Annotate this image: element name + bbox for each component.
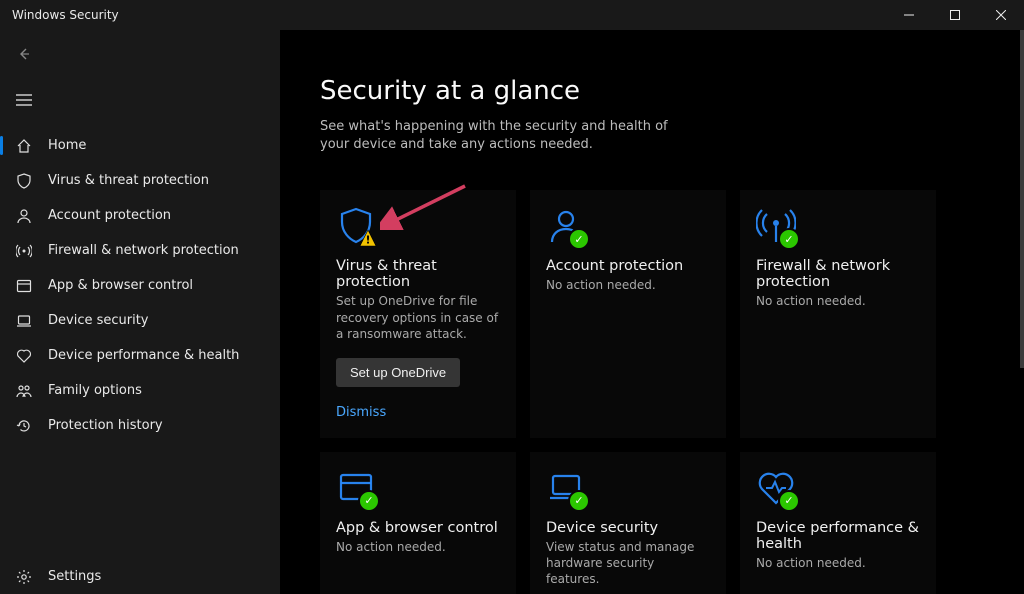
cards-grid: ! Virus & threat protection Set up OneDr…	[320, 190, 1024, 594]
sidebar-item-app-browser[interactable]: App & browser control	[0, 268, 280, 303]
family-icon	[14, 381, 34, 401]
sidebar-item-label: Settings	[48, 569, 101, 584]
sidebar-item-label: Account protection	[48, 208, 171, 223]
minimize-button[interactable]	[886, 0, 932, 30]
card-title: App & browser control	[336, 520, 500, 536]
status-ok-badge-icon: ✓	[568, 228, 590, 250]
card-desc: View status and manage hardware security…	[546, 539, 710, 588]
sidebar-item-label: Home	[48, 138, 86, 153]
status-ok-badge-icon: ✓	[568, 490, 590, 512]
card-desc: No action needed.	[336, 539, 500, 555]
card-title: Device performance & health	[756, 520, 920, 552]
sidebar-item-protection-history[interactable]: Protection history	[0, 408, 280, 443]
card-desc: No action needed.	[756, 293, 920, 309]
titlebar: Windows Security	[0, 0, 1024, 30]
sidebar: Home Virus & threat protection Account p…	[0, 30, 280, 594]
card-desc: No action needed.	[546, 277, 710, 293]
card-app-browser[interactable]: ✓ App & browser control No action needed…	[320, 452, 516, 594]
sidebar-item-label: Firewall & network protection	[48, 243, 239, 258]
sidebar-item-home[interactable]: Home	[0, 128, 280, 163]
card-desc: No action needed.	[756, 555, 920, 571]
window-icon	[14, 276, 34, 296]
status-ok-badge-icon: ✓	[778, 228, 800, 250]
card-title: Account protection	[546, 258, 710, 274]
sidebar-item-virus-threat[interactable]: Virus & threat protection	[0, 163, 280, 198]
setup-onedrive-button[interactable]: Set up OneDrive	[336, 358, 460, 387]
scrollbar[interactable]	[1020, 30, 1024, 594]
window-icon: ✓	[336, 468, 376, 508]
svg-text:!: !	[365, 234, 370, 247]
card-virus-threat[interactable]: ! Virus & threat protection Set up OneDr…	[320, 190, 516, 438]
account-icon	[14, 206, 34, 226]
shield-icon: !	[336, 206, 376, 246]
hamburger-button[interactable]	[4, 80, 44, 120]
laptop-icon: ✓	[546, 468, 586, 508]
sidebar-item-settings[interactable]: Settings	[0, 559, 280, 594]
sidebar-item-family[interactable]: Family options	[0, 373, 280, 408]
sidebar-item-label: Virus & threat protection	[48, 173, 209, 188]
sidebar-item-performance-health[interactable]: Device performance & health	[0, 338, 280, 373]
status-ok-badge-icon: ✓	[778, 490, 800, 512]
account-icon: ✓	[546, 206, 586, 246]
main-content: Security at a glance See what's happenin…	[280, 30, 1024, 594]
back-button[interactable]	[4, 34, 44, 74]
warning-badge-icon: !	[358, 228, 378, 248]
sidebar-item-firewall[interactable]: Firewall & network protection	[0, 233, 280, 268]
gear-icon	[14, 567, 34, 587]
laptop-icon	[14, 311, 34, 331]
sidebar-item-account-protection[interactable]: Account protection	[0, 198, 280, 233]
card-desc: Set up OneDrive for file recovery option…	[336, 293, 500, 342]
history-icon	[14, 416, 34, 436]
card-title: Virus & threat protection	[336, 258, 500, 290]
antenna-icon: ✓	[756, 206, 796, 246]
sidebar-item-device-security[interactable]: Device security	[0, 303, 280, 338]
page-title: Security at a glance	[320, 76, 1024, 106]
card-title: Device security	[546, 520, 710, 536]
page-subtitle: See what's happening with the security a…	[320, 118, 700, 154]
window-title: Windows Security	[12, 8, 119, 22]
dismiss-link[interactable]: Dismiss	[336, 405, 386, 420]
status-ok-badge-icon: ✓	[358, 490, 380, 512]
card-firewall[interactable]: ✓ Firewall & network protection No actio…	[740, 190, 936, 438]
sidebar-item-label: Family options	[48, 383, 142, 398]
sidebar-item-label: Device security	[48, 313, 149, 328]
sidebar-item-label: App & browser control	[48, 278, 193, 293]
antenna-icon	[14, 241, 34, 261]
home-icon	[14, 136, 34, 156]
maximize-button[interactable]	[932, 0, 978, 30]
heart-icon: ✓	[756, 468, 796, 508]
shield-icon	[14, 171, 34, 191]
card-title: Firewall & network protection	[756, 258, 920, 290]
sidebar-item-label: Protection history	[48, 418, 163, 433]
window-buttons	[886, 0, 1024, 30]
card-device-security[interactable]: ✓ Device security View status and manage…	[530, 452, 726, 594]
card-account-protection[interactable]: ✓ Account protection No action needed.	[530, 190, 726, 438]
close-button[interactable]	[978, 0, 1024, 30]
sidebar-item-label: Device performance & health	[48, 348, 239, 363]
nav-list: Home Virus & threat protection Account p…	[0, 128, 280, 594]
card-performance-health[interactable]: ✓ Device performance & health No action …	[740, 452, 936, 594]
heart-icon	[14, 346, 34, 366]
